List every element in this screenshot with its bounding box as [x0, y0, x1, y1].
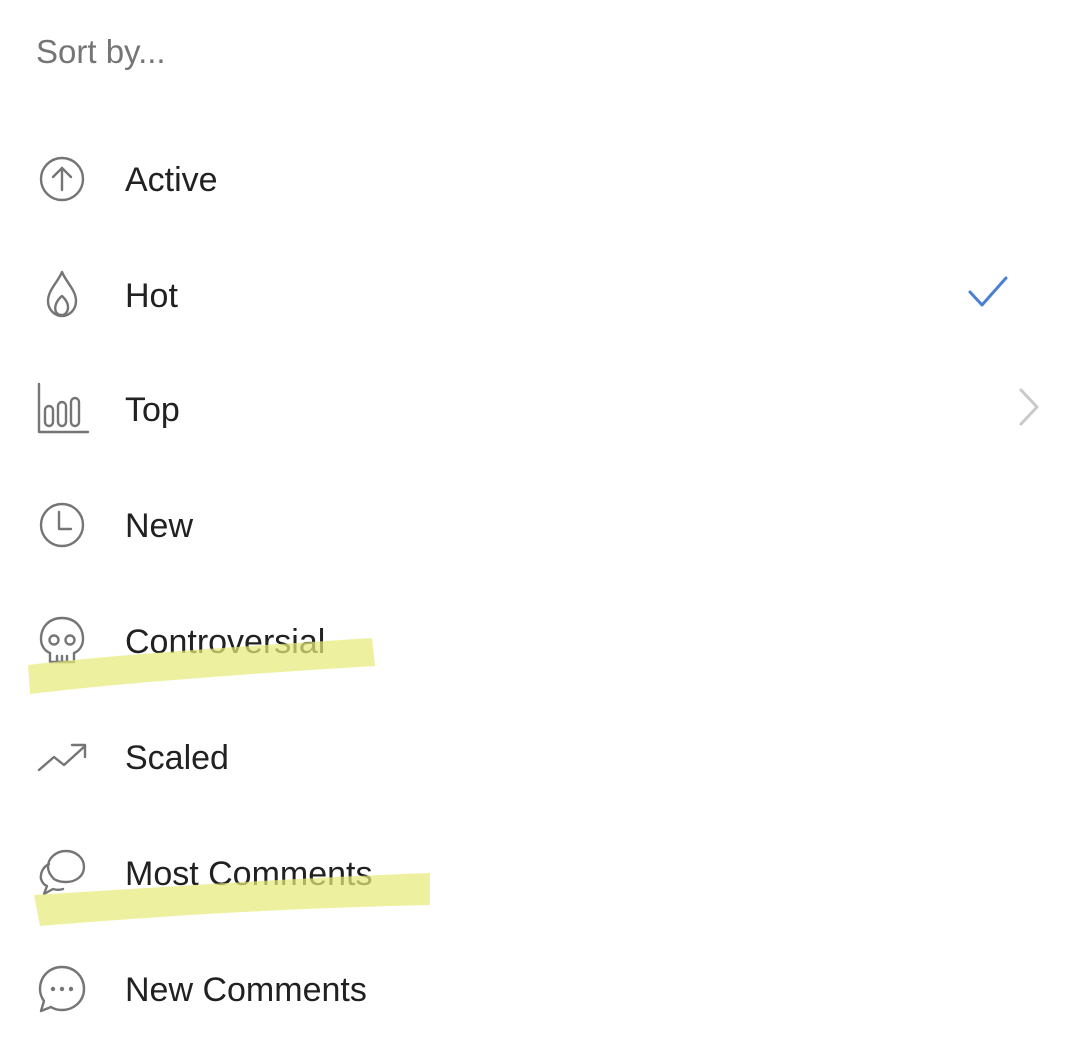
sort-option-label: Scaled	[125, 739, 229, 777]
sort-option-active[interactable]: Active	[0, 128, 1080, 228]
sheet-title: Sort by...	[36, 33, 166, 70]
sort-option-top[interactable]: Top	[0, 358, 1080, 458]
sort-sheet: Sort by... Active Hot Top New Controvers…	[0, 0, 1080, 1044]
arrow-up-circle-icon	[36, 152, 90, 206]
sort-option-hot[interactable]: Hot	[0, 244, 1080, 344]
sort-option-label: New Comments	[125, 971, 367, 1009]
clock-icon	[36, 498, 90, 552]
chevron-right-icon	[1012, 384, 1046, 430]
sort-option-new-comments[interactable]: New Comments	[0, 938, 1080, 1038]
sort-option-label: Controversial	[125, 623, 326, 661]
chat-bubbles-icon	[36, 846, 90, 900]
bar-chart-icon	[36, 382, 90, 436]
sort-option-scaled[interactable]: Scaled	[0, 706, 1080, 806]
sort-option-new[interactable]: New	[0, 474, 1080, 574]
sort-option-most-comments[interactable]: Most Comments	[0, 822, 1080, 922]
trending-up-icon	[36, 730, 90, 784]
flame-icon	[36, 268, 90, 322]
chat-dots-icon	[36, 962, 90, 1016]
sort-option-controversial[interactable]: Controversial	[0, 590, 1080, 690]
skull-icon	[36, 614, 90, 668]
sort-option-label: Active	[125, 161, 218, 199]
sort-option-label: Top	[125, 391, 180, 429]
sort-option-label: New	[125, 507, 194, 545]
checkmark-icon	[964, 272, 1010, 312]
sort-option-label: Most Comments	[125, 855, 373, 893]
sort-option-label: Hot	[125, 277, 178, 315]
